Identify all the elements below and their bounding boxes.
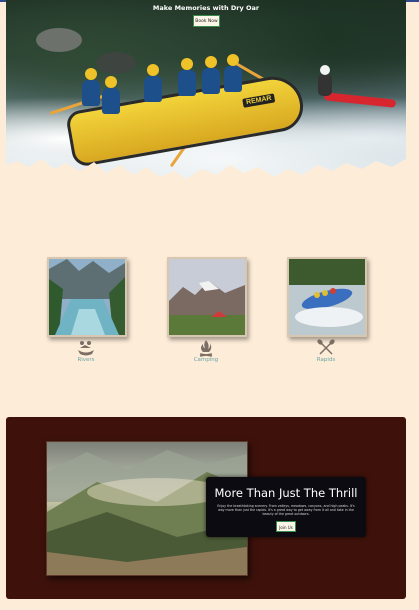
hero-kayaker (318, 65, 332, 96)
boat-icon (78, 341, 94, 356)
rivers-photo (49, 259, 125, 335)
join-us-button[interactable]: Join Us (276, 521, 296, 532)
activity-label-camping: Camping (193, 357, 219, 363)
activity-card-camping[interactable] (167, 257, 247, 337)
feature-info-card: More Than Just The Thrill Enjoy the brea… (206, 477, 366, 537)
activity-card-rapids[interactable] (287, 257, 367, 337)
hero-image: REMAR Make Memories with Dry Oar (6, 0, 406, 190)
camping-photo (169, 259, 245, 335)
rapids-photo (289, 259, 365, 335)
hero-rafter (202, 56, 220, 94)
hero-rafter (178, 58, 196, 96)
activity-label-rapids: Rapids (316, 357, 336, 363)
crossed-paddles-icon (317, 339, 335, 355)
activity-card-rivers[interactable] (47, 257, 127, 337)
raft-brand: REMAR (242, 93, 276, 108)
hero-rafter (144, 64, 162, 102)
hero-rock (96, 52, 136, 74)
hero-rafter (102, 76, 120, 114)
hero-title: Make Memories with Dry Oar (152, 4, 260, 12)
hero-rafter (82, 68, 100, 106)
hero-rock (36, 28, 82, 52)
campfire-icon (199, 340, 213, 357)
activity-label-rivers: Rivers (77, 357, 95, 363)
book-now-button[interactable]: Book Now (193, 15, 220, 27)
hero-rafter (224, 54, 242, 92)
hero-torn-edge (6, 159, 406, 190)
feature-body: Enjoy the breathtaking scenery. From val… (217, 504, 355, 517)
feature-heading: More Than Just The Thrill (214, 486, 358, 500)
